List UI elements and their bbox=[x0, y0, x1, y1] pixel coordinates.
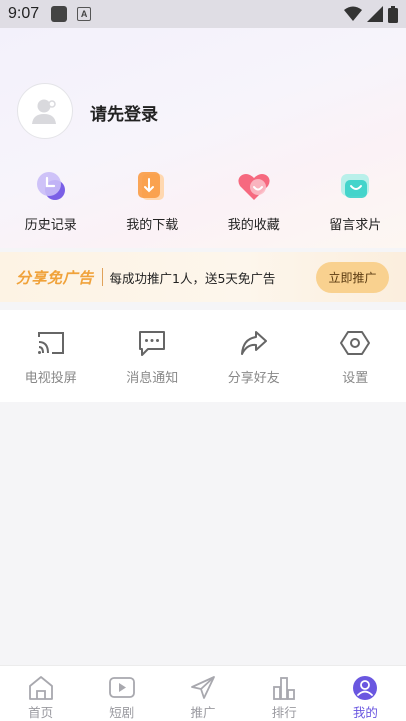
nav-mine-label: 我的 bbox=[352, 705, 378, 720]
quick-download-label: 我的下载 bbox=[126, 218, 179, 233]
nav-home[interactable]: 首页 bbox=[0, 666, 81, 721]
nav-ranking-label: 排行 bbox=[271, 705, 297, 720]
status-time: 9:07 bbox=[8, 5, 40, 22]
battery-icon bbox=[388, 5, 398, 23]
wifi-icon bbox=[344, 6, 362, 21]
download-icon bbox=[132, 166, 172, 206]
request-icon bbox=[335, 166, 375, 206]
quick-history-label: 历史记录 bbox=[24, 218, 77, 233]
a-badge-icon: A bbox=[77, 7, 92, 21]
nav-shorts-label: 短剧 bbox=[109, 705, 135, 720]
promo-divider bbox=[101, 268, 103, 286]
quick-favorite-label: 我的收藏 bbox=[227, 218, 280, 233]
tool-messages[interactable]: 消息通知 bbox=[102, 310, 204, 402]
quick-history[interactable]: 历史记录 bbox=[0, 166, 102, 236]
nav-ranking[interactable]: 排行 bbox=[244, 666, 325, 721]
promote-now-button[interactable]: 立即推广 bbox=[316, 262, 389, 293]
quick-download[interactable]: 我的下载 bbox=[102, 166, 204, 236]
send-icon bbox=[189, 674, 217, 701]
tool-share[interactable]: 分享好友 bbox=[203, 310, 305, 402]
tool-cast-label: 电视投屏 bbox=[24, 371, 77, 386]
quick-actions: 历史记录 我的下载 我的收藏 留言求片 bbox=[0, 166, 406, 236]
quick-favorite[interactable]: 我的收藏 bbox=[203, 166, 305, 236]
tools-panel: 电视投屏 消息通知 分享好友 设置 bbox=[0, 310, 406, 402]
nav-mine[interactable]: 我的 bbox=[325, 666, 406, 721]
notification-icon bbox=[51, 6, 68, 22]
cast-icon bbox=[36, 328, 66, 358]
tool-cast[interactable]: 电视投屏 bbox=[0, 310, 102, 402]
promo-description: 每成功推广1人，送5天免广告 bbox=[109, 270, 276, 286]
status-bar: 9:07 A bbox=[0, 0, 406, 28]
nav-promote-label: 推广 bbox=[190, 705, 216, 720]
profile-icon bbox=[351, 674, 379, 701]
nav-shorts[interactable]: 短剧 bbox=[81, 666, 162, 721]
favorite-icon bbox=[234, 166, 274, 206]
quick-request-label: 留言求片 bbox=[329, 218, 382, 233]
avatar[interactable] bbox=[17, 83, 73, 139]
signal-icon bbox=[367, 6, 383, 22]
settings-icon bbox=[340, 328, 371, 358]
history-icon bbox=[31, 166, 71, 206]
promo-title: 分享免广告 bbox=[16, 268, 94, 287]
tool-messages-label: 消息通知 bbox=[126, 371, 179, 386]
nav-promote[interactable]: 推广 bbox=[162, 666, 243, 721]
tool-settings-label: 设置 bbox=[342, 371, 369, 386]
bottom-nav: 首页 短剧 推广 排行 我的 bbox=[0, 665, 406, 721]
nav-home-label: 首页 bbox=[28, 705, 54, 720]
quick-request[interactable]: 留言求片 bbox=[305, 166, 406, 236]
play-icon bbox=[108, 674, 136, 701]
promo-banner[interactable]: 分享免广告 每成功推广1人，送5天免广告 立即推广 bbox=[0, 252, 406, 302]
message-icon bbox=[137, 328, 167, 358]
share-icon bbox=[239, 328, 269, 358]
user-avatar-icon bbox=[32, 99, 56, 124]
tool-share-label: 分享好友 bbox=[227, 371, 280, 386]
home-icon bbox=[27, 674, 55, 701]
chart-icon bbox=[270, 674, 298, 701]
login-prompt[interactable]: 请先登录 bbox=[90, 100, 158, 125]
tool-settings[interactable]: 设置 bbox=[305, 310, 406, 402]
